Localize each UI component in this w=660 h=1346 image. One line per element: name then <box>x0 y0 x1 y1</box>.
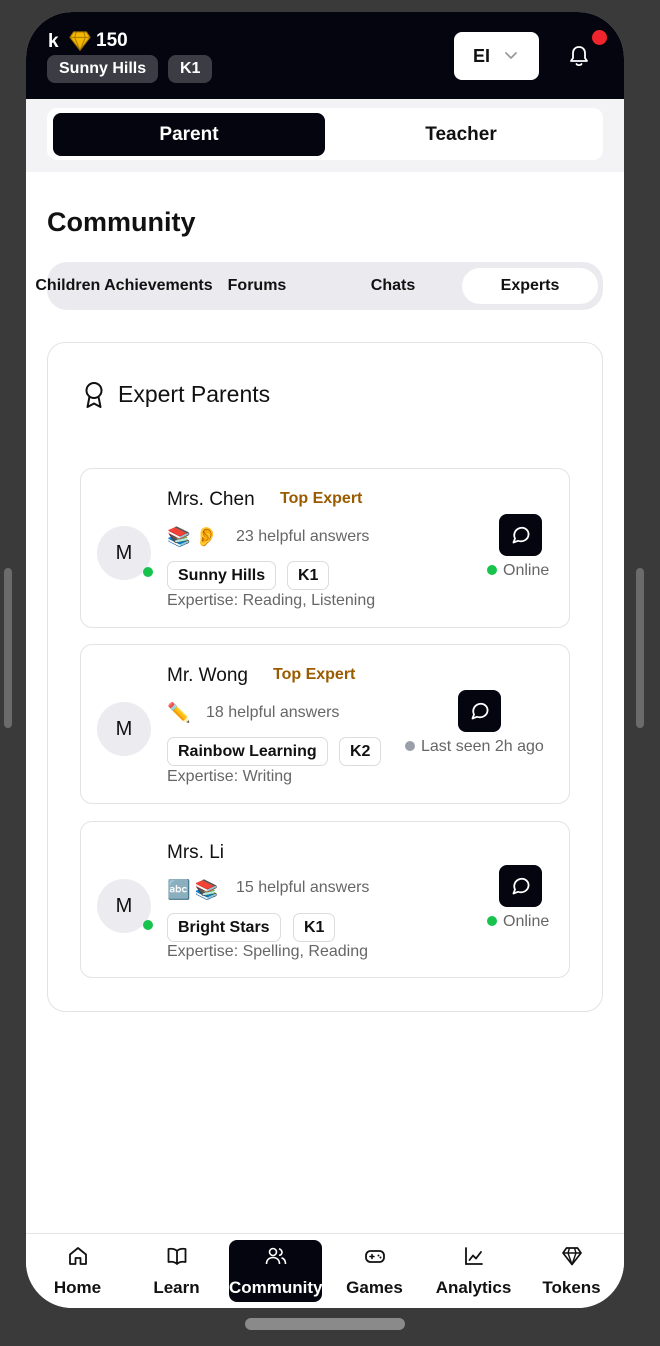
gem-icon <box>69 31 91 51</box>
chevron-down-icon <box>505 52 517 59</box>
nav-analytics[interactable]: Analytics <box>427 1240 520 1302</box>
school-badge: Sunny Hills <box>47 55 159 83</box>
expertise-emoji-icons: 🔤📚 <box>167 880 223 901</box>
nav-home[interactable]: Home <box>31 1240 124 1302</box>
role-toggle-area: Parent Teacher <box>26 99 624 172</box>
avatar: M <box>97 702 151 756</box>
teacher-role-button[interactable]: Teacher <box>325 113 597 156</box>
expert-parents-card: Expert Parents M Mrs. Chen Top Expert 📚👂… <box>47 342 603 1012</box>
nav-label: Home <box>53 1278 102 1297</box>
tab-chats[interactable]: Chats <box>347 268 439 304</box>
expertise-text: Expertise: Reading, Listening <box>167 592 376 609</box>
expertise-text: Expertise: Writing <box>167 768 293 785</box>
grade-chip: K2 <box>339 737 382 766</box>
home-indicator <box>245 1318 405 1330</box>
nav-label: Learn <box>153 1278 200 1297</box>
nav-learn[interactable]: Learn <box>130 1240 223 1302</box>
school-chip: Sunny Hills <box>167 561 277 590</box>
chat-button[interactable] <box>499 865 542 907</box>
grade-chip: K1 <box>293 913 336 942</box>
chat-button[interactable] <box>499 514 542 556</box>
user-initial[interactable]: k <box>48 31 59 53</box>
book-icon <box>167 1247 186 1265</box>
online-indicator <box>143 920 153 930</box>
expert-item[interactable]: M Mrs. Li 🔤📚 15 helpful answers Bright S… <box>80 821 570 978</box>
token-count: 150 <box>96 30 128 51</box>
status-dot <box>487 565 497 575</box>
users-icon <box>265 1247 286 1265</box>
expert-item[interactable]: M Mr. Wong Top Expert ✏️ 18 helpful answ… <box>80 644 570 804</box>
chart-icon <box>464 1247 483 1265</box>
grade-chip: K1 <box>287 561 330 590</box>
message-circle-icon <box>471 702 489 720</box>
role-toggle: Parent Teacher <box>47 108 603 160</box>
bell-icon[interactable] <box>568 44 590 68</box>
community-tabs: Children Achievements Forums Chats Exper… <box>35 262 603 310</box>
parent-role-button[interactable]: Parent <box>53 113 325 156</box>
language-selector[interactable]: EI <box>454 32 539 80</box>
side-button-right <box>636 568 644 728</box>
gamepad-icon <box>364 1250 385 1263</box>
language-label: EI <box>473 46 491 66</box>
expertise-emoji-icons: 📚👂 <box>167 527 223 548</box>
expert-name: Mrs. Chen <box>167 489 255 510</box>
nav-tokens[interactable]: Tokens <box>525 1240 618 1302</box>
nav-label: Community <box>229 1278 323 1297</box>
expertise-text: Expertise: Spelling, Reading <box>167 943 369 960</box>
gem-icon <box>561 1247 582 1266</box>
phone-screen: k 150 Sunny Hills K1 EI Parent Teacher C… <box>26 12 624 1308</box>
side-button-left <box>4 568 12 728</box>
status-text: Online <box>487 562 549 580</box>
expert-name: Mrs. Li <box>167 842 224 863</box>
school-chip: Rainbow Learning <box>167 737 328 766</box>
online-indicator <box>143 567 153 577</box>
top-expert-badge: Top Expert <box>280 490 363 507</box>
helpful-answers-count: 23 helpful answers <box>236 528 370 545</box>
app-header: k 150 Sunny Hills K1 EI <box>26 12 624 99</box>
helpful-answers-count: 18 helpful answers <box>206 704 340 721</box>
home-icon <box>68 1247 87 1265</box>
page-title: Community <box>47 207 196 237</box>
status-text: Online <box>487 913 549 931</box>
expert-item[interactable]: M Mrs. Chen Top Expert 📚👂 23 helpful ans… <box>80 468 570 628</box>
section-title: Expert Parents <box>118 381 271 407</box>
expertise-emoji-icons: ✏️ <box>167 703 195 724</box>
bottom-navigation: Home Learn Community Games Analytics Tok… <box>26 1233 624 1308</box>
status-dot <box>405 741 415 751</box>
tab-experts[interactable]: Experts <box>462 268 598 304</box>
status-text: Last seen 2h ago <box>405 738 544 756</box>
nav-label: Tokens <box>542 1278 601 1297</box>
grade-badge: K1 <box>168 55 213 83</box>
school-chip: Bright Stars <box>167 913 281 942</box>
nav-games[interactable]: Games <box>328 1240 421 1302</box>
tab-children-achievements[interactable]: Children Achievements <box>29 268 219 304</box>
nav-label: Games <box>346 1278 403 1297</box>
message-circle-icon <box>512 526 530 544</box>
tab-forums[interactable]: Forums <box>212 268 302 304</box>
notification-dot <box>592 30 607 45</box>
chat-button[interactable] <box>458 690 501 732</box>
helpful-answers-count: 15 helpful answers <box>236 879 370 896</box>
nav-label: Analytics <box>435 1278 512 1297</box>
message-circle-icon <box>512 877 530 895</box>
award-icon <box>85 382 103 408</box>
nav-community[interactable]: Community <box>229 1240 323 1302</box>
top-expert-badge: Top Expert <box>273 666 356 683</box>
status-dot <box>487 916 497 926</box>
expert-name: Mr. Wong <box>167 665 248 686</box>
